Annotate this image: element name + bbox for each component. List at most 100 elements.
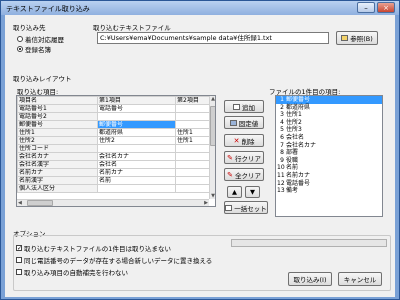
grid-cell[interactable]: 郵便番号 bbox=[97, 120, 176, 129]
radio-circle-selected[interactable] bbox=[17, 46, 23, 52]
grid-cell[interactable] bbox=[175, 160, 210, 169]
grid-cell[interactable]: 会社名 bbox=[97, 160, 176, 169]
list-item[interactable]: 12 電話番号 bbox=[276, 180, 382, 188]
list-item-number: 7 bbox=[280, 141, 284, 149]
move-up-button[interactable]: ▲ bbox=[227, 186, 242, 198]
fixed-value-button[interactable]: 固定値 bbox=[224, 116, 264, 129]
grid-row-header: 電話番号2 bbox=[17, 112, 98, 121]
file-items-list[interactable]: 1 郵便番号 2 都道府県 3 住所1 4 住所2 5 住所3 6 会社名 7 会社名カナ 8 部署 9 役職 10… bbox=[275, 95, 383, 217]
grid-cell[interactable] bbox=[175, 144, 210, 153]
dialog-window: テキストファイル取り込み – × 取り込み先 着信対応履歴 登録名簿 取り込むテ… bbox=[0, 0, 400, 300]
list-item[interactable]: 11 名前カナ bbox=[276, 172, 382, 180]
move-down-button[interactable]: ▼ bbox=[245, 186, 260, 198]
table-row[interactable]: 名前漢字 名前 bbox=[17, 176, 210, 185]
dialog-client: 取り込み先 着信対応履歴 登録名簿 取り込むテキストファイル C:¥Users¥… bbox=[5, 15, 395, 297]
checkbox[interactable]: ✓ bbox=[16, 245, 22, 252]
all-clear-button[interactable]: ✎ 全クリア bbox=[224, 168, 264, 181]
grid-cell[interactable]: 住所1 bbox=[175, 136, 210, 145]
table-row[interactable]: 会社名カナ 会社名カナ bbox=[17, 152, 210, 161]
scroll-left-arrow-icon[interactable]: ◀ bbox=[18, 200, 22, 206]
row-clear-icon: ✎ bbox=[227, 153, 233, 162]
grid-cell[interactable] bbox=[175, 112, 210, 121]
scroll-right-arrow-icon[interactable]: ▶ bbox=[204, 200, 208, 206]
list-item-label: 電話番号 bbox=[286, 179, 311, 187]
grid-horizontal-scrollbar[interactable]: ◀ ▶ bbox=[17, 199, 209, 206]
grid-cell[interactable]: 名前カナ bbox=[97, 168, 176, 177]
checkbox[interactable] bbox=[16, 269, 22, 275]
table-row[interactable]: 電話番号1 電話番号 bbox=[17, 104, 210, 113]
grid-row-header: 郵便番号 bbox=[17, 120, 98, 129]
table-row[interactable]: 住所1 都道府県 住所1 bbox=[17, 128, 210, 137]
layout-label: 取り込みレイアウト bbox=[13, 75, 72, 83]
grid-cell[interactable] bbox=[175, 104, 210, 113]
list-item[interactable]: 1 郵便番号 bbox=[276, 96, 382, 104]
list-item-label: 郵便番号 bbox=[286, 96, 311, 103]
table-row[interactable]: 個人法人区分 bbox=[17, 184, 210, 193]
browse-button[interactable]: 参照(B) bbox=[336, 31, 378, 45]
row-clear-label: 行クリア bbox=[234, 154, 261, 163]
scroll-thumb[interactable] bbox=[210, 106, 215, 146]
scroll-up-arrow-icon[interactable]: ▲ bbox=[210, 96, 215, 102]
grid-vertical-scrollbar[interactable]: ▲ ▼ bbox=[209, 96, 215, 199]
radio-circle[interactable] bbox=[17, 36, 23, 42]
grid-cell[interactable] bbox=[97, 112, 176, 121]
grid-header-item: 項目名 bbox=[17, 96, 98, 105]
table-row[interactable]: 住所2 住所2 住所1 bbox=[17, 136, 210, 145]
scroll-down-arrow-icon[interactable]: ▼ bbox=[210, 193, 215, 199]
down-arrow-icon: ▼ bbox=[250, 188, 255, 196]
bulk-set-button[interactable]: 一括セット bbox=[224, 201, 268, 214]
grid-cell[interactable]: 住所1 bbox=[175, 128, 210, 137]
import-label: 取り込み(I) bbox=[293, 276, 327, 284]
cancel-label: キャンセル bbox=[343, 276, 377, 284]
grid-cell[interactable]: 名前 bbox=[97, 176, 176, 185]
list-item[interactable]: 8 部署 bbox=[276, 149, 382, 157]
minimize-button[interactable]: – bbox=[357, 2, 375, 13]
radio-call-history[interactable]: 着信対応履歴 bbox=[17, 34, 64, 44]
table-row[interactable]: 住所コード bbox=[17, 144, 210, 153]
radio-register-list[interactable]: 登録名簿 bbox=[17, 44, 51, 54]
all-clear-icon: ✎ bbox=[227, 170, 233, 179]
table-row[interactable]: 会社名漢字 会社名 bbox=[17, 160, 210, 169]
grid-cell[interactable] bbox=[175, 176, 210, 185]
cancel-button[interactable]: キャンセル bbox=[338, 272, 382, 286]
grid-cell[interactable]: 住所2 bbox=[97, 136, 176, 145]
browse-label: 参照(B) bbox=[350, 35, 373, 43]
grid-cell[interactable]: 会社名カナ bbox=[97, 152, 176, 161]
list-item-number: 1 bbox=[280, 96, 284, 103]
delete-label: 削除 bbox=[241, 137, 255, 146]
file-path-input[interactable]: C:¥Users¥ema¥Documents¥sample data¥住所録1.… bbox=[97, 32, 329, 44]
checkbox[interactable] bbox=[16, 257, 22, 263]
scroll-thumb[interactable] bbox=[27, 200, 53, 206]
list-item[interactable]: 13 備考 bbox=[276, 187, 382, 195]
grid-cell[interactable] bbox=[97, 184, 176, 193]
grid-cell[interactable]: 電話番号 bbox=[97, 104, 176, 113]
grid-cell[interactable] bbox=[175, 184, 210, 193]
grid-cell[interactable] bbox=[175, 152, 210, 161]
list-item[interactable]: 6 会社名 bbox=[276, 134, 382, 142]
list-item[interactable]: 5 住所3 bbox=[276, 126, 382, 134]
list-item-label: 名前 bbox=[286, 164, 299, 172]
option-skip-first-row[interactable]: ✓ 取り込むテキストファイルの1件目は取り込まない bbox=[16, 243, 171, 253]
import-items-grid[interactable]: 項目名 第1項目 第2項目 電話番号1 電話番号 電話番号2 郵便番号 郵便番号 住所1 都… bbox=[16, 95, 216, 207]
grid-cell[interactable] bbox=[175, 120, 210, 129]
table-row[interactable]: 名前カナ 名前カナ bbox=[17, 168, 210, 177]
list-item-number: 2 bbox=[280, 103, 284, 111]
add-button[interactable]: 追加 bbox=[224, 100, 264, 113]
delete-button[interactable]: ✕ 削除 bbox=[224, 134, 264, 147]
list-item[interactable]: 3 住所1 bbox=[276, 111, 382, 119]
table-row[interactable]: 電話番号2 bbox=[17, 112, 210, 121]
list-item-label: 名前カナ bbox=[286, 171, 311, 179]
close-button[interactable]: × bbox=[377, 2, 395, 13]
import-button[interactable]: 取り込み(I) bbox=[288, 272, 332, 286]
grid-cell[interactable]: 都道府県 bbox=[97, 128, 176, 137]
option-no-autocomplete[interactable]: 取り込み項目の自動補完を行わない bbox=[16, 267, 128, 277]
list-item-label: 会社名 bbox=[286, 133, 305, 141]
table-row[interactable]: 郵便番号 郵便番号 bbox=[17, 120, 210, 129]
option-replace-duplicates[interactable]: 同じ電話番号のデータが存在する場合新しいデータに置き換える bbox=[16, 255, 212, 265]
grid-cell[interactable] bbox=[175, 168, 210, 177]
checkbox-label: 取り込むテキストファイルの1件目は取り込まない bbox=[24, 245, 171, 253]
row-clear-button[interactable]: ✎ 行クリア bbox=[224, 151, 264, 164]
list-item[interactable]: 10 名前 bbox=[276, 164, 382, 172]
window-title: テキストファイル取り込み bbox=[6, 5, 90, 13]
grid-cell[interactable] bbox=[97, 144, 176, 153]
